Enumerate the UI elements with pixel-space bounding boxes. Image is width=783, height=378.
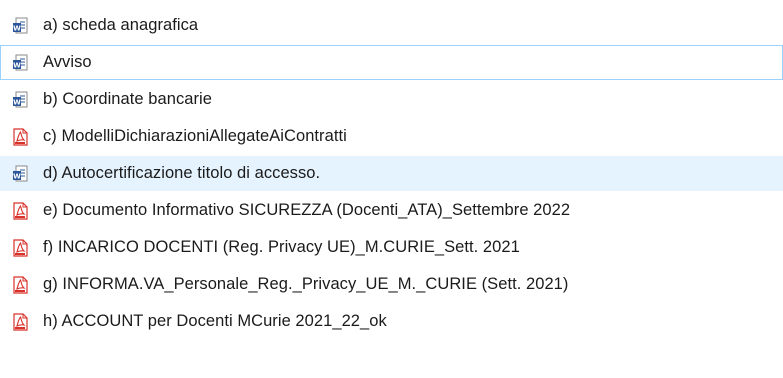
file-row-account-docenti[interactable]: h) ACCOUNT per Docenti MCurie 2021_22_ok xyxy=(0,304,783,339)
svg-text:W: W xyxy=(13,61,21,69)
pdf-icon xyxy=(11,127,29,146)
svg-text:W: W xyxy=(13,24,21,32)
file-row-avviso[interactable]: W Avviso xyxy=(0,45,783,80)
file-name: a) scheda anagrafica xyxy=(43,16,199,34)
word-doc-icon: W xyxy=(11,17,29,35)
pdf-icon xyxy=(11,201,29,220)
file-name: g) INFORMA.VA_Personale_Reg._Privacy_UE_… xyxy=(43,275,569,293)
file-list: W a) scheda anagrafica W Avviso W b) Coo… xyxy=(0,0,783,378)
svg-text:W: W xyxy=(13,98,21,106)
pdf-icon xyxy=(11,238,29,257)
file-name: Avviso xyxy=(43,53,92,71)
word-doc-icon: W xyxy=(11,54,29,72)
file-row-incarico-docenti[interactable]: f) INCARICO DOCENTI (Reg. Privacy UE)_M.… xyxy=(0,230,783,265)
file-row-scheda-anagrafica[interactable]: W a) scheda anagrafica xyxy=(0,8,783,43)
pdf-icon xyxy=(11,312,29,331)
file-name: f) INCARICO DOCENTI (Reg. Privacy UE)_M.… xyxy=(43,238,520,256)
word-doc-icon: W xyxy=(11,165,29,183)
file-name: c) ModelliDichiarazioniAllegateAiContrat… xyxy=(43,127,347,145)
file-row-documento-informativo[interactable]: e) Documento Informativo SICUREZZA (Doce… xyxy=(0,193,783,228)
file-name: h) ACCOUNT per Docenti MCurie 2021_22_ok xyxy=(43,312,387,330)
file-name: d) Autocertificazione titolo di accesso. xyxy=(43,164,321,182)
pdf-icon xyxy=(11,275,29,294)
file-row-autocertificazione[interactable]: W d) Autocertificazione titolo di access… xyxy=(0,156,783,191)
svg-text:W: W xyxy=(13,172,21,180)
file-row-informativa-personale[interactable]: g) INFORMA.VA_Personale_Reg._Privacy_UE_… xyxy=(0,267,783,302)
file-name: b) Coordinate bancarie xyxy=(43,90,212,108)
file-row-modelli-dichiarazioni[interactable]: c) ModelliDichiarazioniAllegateAiContrat… xyxy=(0,119,783,154)
file-row-coordinate-bancarie[interactable]: W b) Coordinate bancarie xyxy=(0,82,783,117)
word-doc-icon: W xyxy=(11,91,29,109)
file-name: e) Documento Informativo SICUREZZA (Doce… xyxy=(43,201,571,219)
